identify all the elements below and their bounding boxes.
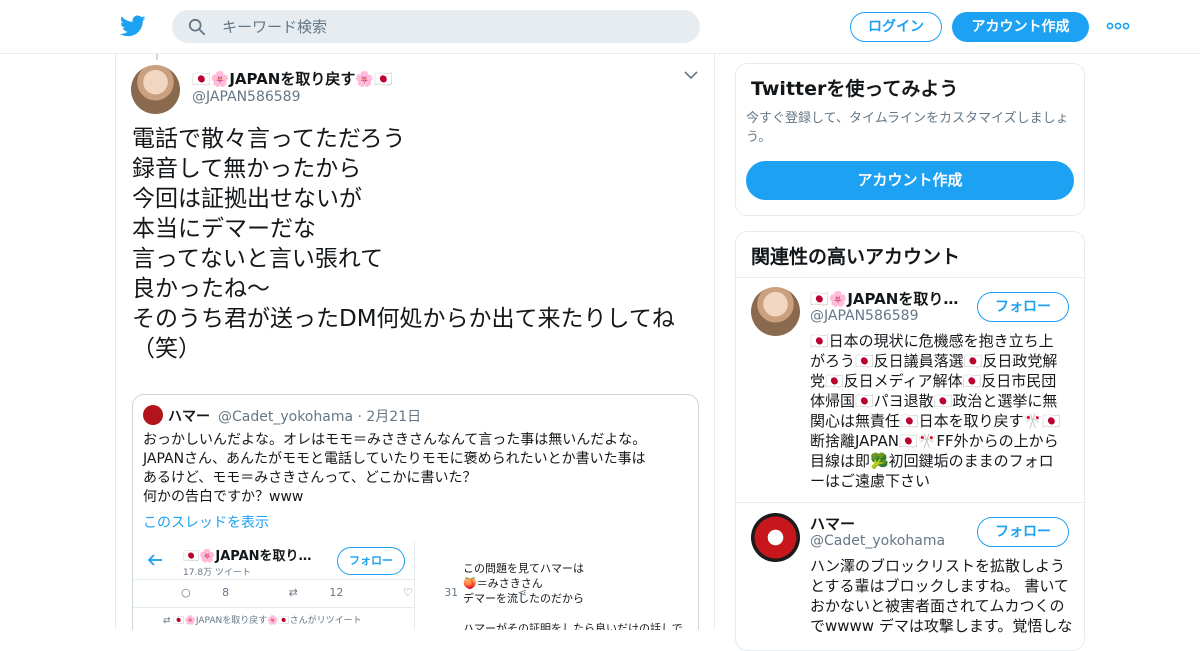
bio-line: ーはご遠慮下さい xyxy=(810,472,931,490)
signup-card-description: 今すぐ登録して、タイムラインをカスタマイズしましょう。 xyxy=(746,111,1069,145)
tweet-author-name[interactable]: 🇯🇵🌸JAPANを取り戻す🌸🇯🇵 xyxy=(192,68,393,89)
account-handle[interactable]: @JAPAN586589 xyxy=(810,308,919,324)
tweet-text-line: 良かったね～ xyxy=(132,276,270,302)
image-text-line: この問題を見てハマーは xyxy=(463,562,584,575)
show-thread-link[interactable]: このスレッドを表示 xyxy=(143,512,269,532)
avatar[interactable] xyxy=(131,65,180,114)
retweet-count: ⇄ 12 xyxy=(289,586,372,599)
image-text-gap xyxy=(463,606,683,621)
bio-line: ハン澤のブロックリストを拡散しよう xyxy=(810,557,1066,575)
tweet-author-handle[interactable]: @JAPAN586589 xyxy=(192,89,301,105)
image-left-panel: 🇯🇵🌸JAPANを取り… 17.8万 ツイート フォロー ○ 8 ⇄ 12 ♡ … xyxy=(133,541,527,630)
tweet-text: 電話で散々言ってただろう 録音して無かったから 今回は証拠出せないが 本当にデマ… xyxy=(132,124,702,364)
quoted-avatar xyxy=(143,405,163,425)
image-retweet-note: ⇄ 🇯🇵🌸JAPANを取り戻す🌸🇯🇵さんがリツイート xyxy=(163,613,362,626)
login-button[interactable]: ログイン xyxy=(850,12,942,42)
account-name[interactable]: ハマー xyxy=(810,513,855,534)
signup-card: Twitterを使ってみよう 今すぐ登録して、タイムラインをカスタマイズしましょ… xyxy=(735,63,1085,216)
image-profile-name: 🇯🇵🌸JAPANを取り… xyxy=(183,549,312,564)
quoted-text: おっかしいんだよな。オレはモモ＝みさきさんなんて言った事は無いんだよな。 JAP… xyxy=(143,431,693,507)
divider xyxy=(736,502,1084,503)
bio-line: 目線は即🥦初回鍵垢のままのフォロ xyxy=(810,452,1054,470)
signup-button[interactable]: アカウント作成 xyxy=(952,12,1089,42)
twitter-bird-icon[interactable] xyxy=(120,13,146,39)
quoted-author-handle: @Cadet_yokohama · 2月21日 xyxy=(218,406,421,426)
tweet-text-line: 今回は証拠出せないが xyxy=(132,186,362,212)
related-accounts-card: 関連性の高いアカウント 🇯🇵🌸JAPANを取り… @JAPAN586589 フォ… xyxy=(735,231,1085,651)
retweet-note-text: 🇯🇵🌸JAPANを取り戻す🌸🇯🇵さんがリツイート xyxy=(173,616,362,626)
search-icon xyxy=(188,18,206,36)
account-bio: ハン澤のブロックリストを拡散しよう とする輩はブロックしますね。 書いて おかな… xyxy=(810,556,1074,636)
search-box[interactable] xyxy=(172,10,700,43)
bio-line: でwwww デマは攻撃します。覚悟しな xyxy=(810,617,1073,635)
top-bar: ログイン アカウント作成 xyxy=(0,0,1200,54)
image-text-line: デマーを流したのだから xyxy=(463,592,584,605)
like-count-value: 31 xyxy=(444,586,459,599)
quoted-tweet[interactable]: ハマー @Cadet_yokohama · 2月21日 おっかしいんだよな。オレ… xyxy=(132,394,699,630)
bio-line: おかないと被害者面されてムカつくの xyxy=(810,597,1065,615)
quoted-author-name: ハマー xyxy=(168,409,210,425)
account-bio: 🇯🇵日本の現状に危機感を抱き立ち上 がろう🇯🇵反日議員落選🇯🇵反日政党解 党🇯🇵… xyxy=(810,331,1074,491)
quoted-text-line: JAPANさん、あんたがモモと電話していたりモモに褒められたいとか書いた事は xyxy=(143,451,646,467)
account-avatar[interactable] xyxy=(751,513,800,562)
back-arrow-icon xyxy=(147,554,162,566)
bio-line: 関心は無責任🇯🇵日本を取り戻す🎌🇯🇵 xyxy=(810,412,1062,430)
signup-card-button[interactable]: アカウント作成 xyxy=(746,161,1074,200)
bio-line: 党🇯🇵反日メディア解体🇯🇵反日市民団 xyxy=(810,372,1057,390)
account-avatar[interactable] xyxy=(751,287,800,336)
retweet-icon: ⇄ xyxy=(163,616,174,626)
retweet-count-value: 12 xyxy=(329,586,344,599)
chevron-down-icon[interactable] xyxy=(684,70,698,80)
retweet-icon: ⇄ xyxy=(288,586,302,599)
bio-line: がろう🇯🇵反日議員落選🇯🇵反日政党解 xyxy=(810,352,1058,370)
heart-icon: ♡ xyxy=(402,586,417,599)
divider xyxy=(736,277,1084,278)
image-text-line: 🍑＝みさきさん xyxy=(463,577,543,590)
reply-icon: ○ xyxy=(181,586,195,599)
account-handle[interactable]: @Cadet_yokohama xyxy=(810,533,945,549)
bio-line: 体帰国🇯🇵パヨ退散🇯🇵政治と選挙に無 xyxy=(810,392,1058,410)
search-input[interactable] xyxy=(222,10,682,43)
divider xyxy=(133,579,415,580)
bio-line: 🇯🇵日本の現状に危機感を抱き立ち上 xyxy=(810,332,1054,350)
bio-line: 断捨離JAPAN🇯🇵🎌FF外からの上から xyxy=(810,432,1059,450)
divider xyxy=(133,607,415,608)
tweet-text-line: 言ってないと言い張れて xyxy=(132,246,384,272)
quoted-date: · 2月21日 xyxy=(357,409,422,425)
tweet-column: 🇯🇵🌸JAPANを取り戻す🌸🇯🇵 @JAPAN586589 電話で散々言ってただ… xyxy=(115,54,715,630)
tweet-text-line: 電話で散々言ってただろう xyxy=(132,126,406,152)
account-name[interactable]: 🇯🇵🌸JAPANを取り… xyxy=(810,288,958,309)
related-accounts-title: 関連性の高いアカウント xyxy=(751,246,961,268)
follow-button[interactable]: フォロー xyxy=(977,517,1069,547)
image-tweet-count: 17.8万 ツイート xyxy=(183,568,251,578)
more-options-icon[interactable] xyxy=(1106,18,1130,34)
tweet-text-line: 本当にデマーだな xyxy=(132,216,316,242)
tweet-text-line: （笑） xyxy=(132,336,201,362)
tweet-text-line: 録音して無かったから xyxy=(132,156,362,182)
signup-card-title: Twitterを使ってみよう xyxy=(751,78,959,100)
reply-count: ○ 8 xyxy=(181,586,257,599)
image-right-text: この問題を見てハマーは 🍑＝みさきさん デマーを流したのだから ハマーがその証明… xyxy=(463,561,683,630)
thread-line xyxy=(156,54,158,60)
reply-count-value: 8 xyxy=(222,586,230,599)
bio-line: とする輩はブロックしますね。 書いて xyxy=(810,577,1069,595)
quoted-screenshot-image[interactable]: 🇯🇵🌸JAPANを取り… 17.8万 ツイート フォロー ○ 8 ⇄ 12 ♡ … xyxy=(133,541,698,630)
image-text-line: ハマーがその証明をしたら良いだけの話しで xyxy=(463,622,683,630)
quoted-handle: @Cadet_yokohama xyxy=(218,409,354,425)
quoted-text-line: おっかしいんだよな。オレはモモ＝みさきさんなんて言った事は無いんだよな。 xyxy=(143,432,647,448)
image-follow-button: フォロー xyxy=(337,547,405,575)
tweet-text-line: そのうち君が送ったDM何処からか出て来たりしてね xyxy=(132,306,675,332)
quoted-text-line: あるけど、モモ＝みさきさんって、どこかに書いた？ xyxy=(143,470,477,486)
follow-button[interactable]: フォロー xyxy=(977,292,1069,322)
quoted-text-line: 何かの告白ですか？www xyxy=(143,489,304,505)
